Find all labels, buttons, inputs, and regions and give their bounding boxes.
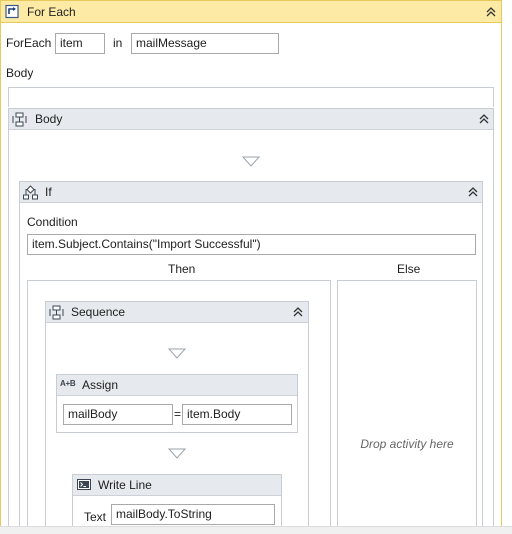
write-line-activity[interactable]: Write Line Text mailBody.ToString — [72, 474, 282, 532]
foreach-header[interactable]: For Each — [1, 1, 501, 23]
body-drop-area — [8, 87, 494, 107]
then-label: Then — [168, 262, 196, 276]
else-label: Else — [397, 262, 421, 276]
item-variable-field[interactable]: item — [55, 33, 105, 54]
drop-arrow-icon[interactable] — [168, 448, 186, 459]
collapse-icon[interactable] — [484, 5, 498, 19]
collapse-icon[interactable] — [477, 112, 491, 126]
body-label: Body — [6, 66, 34, 80]
if-title: If — [45, 185, 52, 199]
collapse-icon[interactable] — [466, 185, 480, 199]
sequence-header[interactable]: Sequence — [46, 302, 308, 323]
else-drop-placeholder: Drop activity here — [360, 437, 454, 451]
sequence-icon — [12, 112, 27, 130]
condition-field[interactable]: item.Subject.Contains("Import Successful… — [27, 234, 476, 255]
assign-activity[interactable]: A+B Assign mailBody = item.Body — [56, 374, 298, 433]
collapse-icon[interactable] — [291, 305, 305, 319]
body-sequence-title: Body — [35, 112, 63, 126]
equals-label: = — [174, 407, 182, 421]
write-line-header[interactable]: Write Line — [73, 475, 281, 496]
if-header[interactable]: If — [20, 182, 482, 203]
foreach-title: For Each — [27, 5, 76, 19]
assign-to-field[interactable]: mailBody — [63, 404, 173, 425]
body-sequence[interactable]: Body If Condition item.Subject.Contains(… — [8, 108, 494, 532]
foreach-label: ForEach — [6, 36, 52, 50]
if-activity[interactable]: If Condition item.Subject.Contains("Impo… — [19, 181, 483, 532]
sequence-activity[interactable]: Sequence A+B Assign mailBody = item.Body… — [45, 301, 309, 532]
assign-header[interactable]: A+B Assign — [57, 375, 297, 396]
right-edge — [502, 0, 512, 526]
else-branch[interactable]: Drop activity here — [337, 280, 477, 530]
console-icon — [77, 479, 91, 495]
foreach-icon — [5, 4, 19, 22]
text-field[interactable]: mailBody.ToString — [111, 504, 275, 525]
assign-title: Assign — [82, 378, 119, 392]
sequence-icon — [49, 305, 64, 323]
if-icon — [23, 185, 38, 203]
condition-label: Condition — [27, 215, 78, 229]
body-sequence-header[interactable]: Body — [9, 109, 493, 130]
in-label: in — [113, 36, 123, 50]
assign-icon: A+B — [60, 379, 76, 388]
then-branch[interactable]: Sequence A+B Assign mailBody = item.Body… — [27, 280, 331, 532]
drop-arrow-icon[interactable] — [242, 156, 260, 167]
sequence-title: Sequence — [71, 305, 126, 319]
write-line-title: Write Line — [98, 478, 152, 492]
text-label: Text — [84, 510, 107, 524]
assign-value-field[interactable]: item.Body — [182, 404, 292, 425]
horizontal-scrollbar[interactable] — [0, 526, 512, 534]
collection-field[interactable]: mailMessage — [131, 33, 279, 54]
drop-arrow-icon[interactable] — [168, 348, 186, 359]
foreach-activity[interactable]: For Each ForEach item in mailMessage Bod… — [0, 0, 502, 532]
